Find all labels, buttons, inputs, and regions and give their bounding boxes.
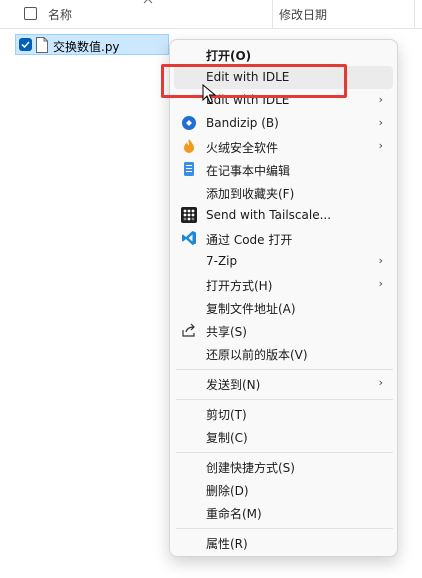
context-menu: 打开(O) Edit with IDLE Edit with IDLE › Ba…	[169, 39, 398, 557]
highlight-box	[161, 64, 347, 98]
menu-separator	[176, 528, 393, 529]
chevron-right-icon: ›	[378, 254, 383, 267]
explorer-window: 名称 修改日期 交换数值.py 打开(O) Edit with IDLE Edi…	[0, 0, 422, 578]
menu-item-label: 火绒安全软件	[206, 141, 279, 155]
menu-item-restore-previous-versions[interactable]: 还原以前的版本(V)	[174, 342, 393, 365]
menu-item-open-with-code[interactable]: 通过 Code 打开	[174, 227, 393, 250]
menu-item-label: 共享(S)	[206, 325, 247, 339]
menu-item-label: Bandizip (B)	[206, 116, 279, 130]
chevron-right-icon: ›	[378, 277, 383, 290]
menu-item-create-shortcut[interactable]: 创建快捷方式(S)	[174, 455, 393, 478]
tailscale-icon	[181, 207, 197, 223]
row-checkbox[interactable]	[19, 38, 32, 51]
mouse-cursor-icon	[202, 84, 216, 104]
menu-item-label: Send with Tailscale...	[206, 208, 332, 222]
sort-up-icon	[143, 0, 153, 4]
menu-item-label: 添加到收藏夹(F)	[206, 187, 295, 201]
column-name-header[interactable]: 名称	[48, 6, 72, 23]
chevron-right-icon: ›	[378, 376, 383, 389]
menu-item-label: 打开方式(H)	[206, 279, 273, 293]
menu-item-copy-path[interactable]: 复制文件地址(A)	[174, 296, 393, 319]
menu-separator	[176, 399, 393, 400]
menu-item-copy[interactable]: 复制(C)	[174, 425, 393, 448]
menu-item-label: 还原以前的版本(V)	[206, 348, 308, 362]
menu-item-rename[interactable]: 重命名(M)	[174, 501, 393, 524]
column-separator[interactable]	[414, 0, 415, 28]
checkmark-icon	[21, 41, 30, 49]
menu-item-add-to-favorites[interactable]: 添加到收藏夹(F)	[174, 181, 393, 204]
file-icon	[36, 37, 48, 53]
vscode-icon	[182, 231, 196, 245]
menu-item-7zip[interactable]: 7-Zip ›	[174, 250, 393, 273]
bandizip-icon	[182, 116, 196, 130]
menu-item-label: 属性(R)	[206, 537, 248, 551]
chevron-right-icon: ›	[378, 139, 383, 152]
menu-item-properties[interactable]: 属性(R)	[174, 531, 393, 554]
menu-item-label: 通过 Code 打开	[206, 233, 293, 247]
column-separator[interactable]	[272, 0, 273, 28]
menu-separator	[176, 452, 393, 453]
menu-item-label: 复制(C)	[206, 431, 248, 445]
share-icon	[182, 323, 195, 337]
menu-item-label: 复制文件地址(A)	[206, 302, 296, 316]
menu-item-delete[interactable]: 删除(D)	[174, 478, 393, 501]
menu-separator	[176, 369, 393, 370]
menu-item-share[interactable]: 共享(S)	[174, 319, 393, 342]
menu-item-huorong[interactable]: 火绒安全软件 ›	[174, 135, 393, 158]
select-all-checkbox[interactable]	[24, 7, 37, 20]
menu-item-send-to[interactable]: 发送到(N) ›	[174, 372, 393, 395]
menu-item-edit-in-notepad[interactable]: 在记事本中编辑	[174, 158, 393, 181]
menu-item-label: 重命名(M)	[206, 507, 262, 521]
huorong-icon	[184, 139, 194, 153]
menu-item-label: 删除(D)	[206, 484, 249, 498]
menu-item-label: 发送到(N)	[206, 378, 261, 392]
column-date-header[interactable]: 修改日期	[279, 6, 327, 23]
menu-item-label: 7-Zip	[206, 254, 238, 268]
menu-item-open-with[interactable]: 打开方式(H) ›	[174, 273, 393, 296]
chevron-right-icon: ›	[378, 93, 383, 106]
chevron-right-icon: ›	[378, 116, 383, 129]
notepad-icon	[184, 162, 194, 176]
menu-item-cut[interactable]: 剪切(T)	[174, 402, 393, 425]
menu-item-label: 打开(O)	[206, 49, 252, 63]
menu-item-send-with-tailscale[interactable]: Send with Tailscale...	[174, 204, 393, 227]
menu-item-label: 剪切(T)	[206, 408, 247, 422]
file-name: 交换数值.py	[53, 40, 120, 54]
menu-item-open[interactable]: 打开(O)	[174, 43, 393, 66]
menu-item-bandizip[interactable]: Bandizip (B) ›	[174, 112, 393, 135]
menu-item-label: 创建快捷方式(S)	[206, 461, 295, 475]
file-row-selected[interactable]: 交换数值.py	[15, 34, 169, 55]
column-header: 名称 修改日期	[0, 0, 422, 29]
menu-item-label: 在记事本中编辑	[206, 164, 291, 178]
